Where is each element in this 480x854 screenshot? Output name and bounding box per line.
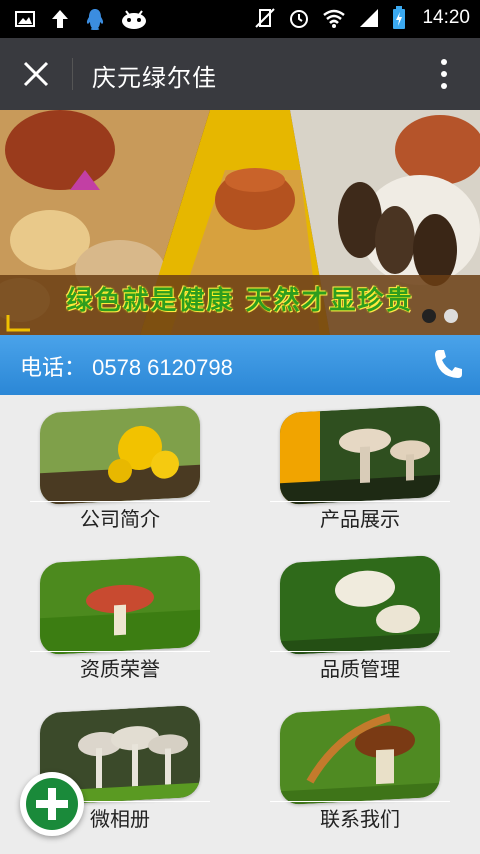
upload-arrow-icon (52, 10, 68, 28)
carousel-dot[interactable] (422, 309, 436, 323)
signal-icon (360, 9, 379, 27)
menu-item-label: 公司简介 (80, 507, 160, 531)
menu-divider (270, 651, 450, 652)
carousel-dot[interactable] (444, 309, 458, 323)
menu-item-products[interactable]: 产品展示 (240, 395, 480, 545)
menu-divider (30, 651, 210, 652)
menu-thumbnail (40, 554, 200, 656)
close-icon[interactable] (18, 56, 54, 92)
phone-icon[interactable] (432, 347, 466, 381)
menu-divider (30, 501, 210, 502)
menu-item-label: 产品展示 (320, 507, 400, 531)
more-options-icon[interactable] (436, 56, 452, 92)
menu-item-label: 资质荣誉 (80, 657, 160, 681)
qq-icon (86, 9, 104, 30)
banner-carousel[interactable]: 绿色就是健康 天然才显珍贵 (0, 110, 480, 335)
menu-item-label: 品质管理 (320, 657, 400, 681)
menu-item-quality[interactable]: 品质管理 (240, 545, 480, 695)
alarm-icon (290, 10, 309, 28)
battery-charging-icon (393, 6, 406, 29)
vibrate-off-icon (255, 8, 276, 28)
page-title: 庆元绿尔佳 (92, 64, 217, 92)
menu-thumbnail (280, 554, 440, 656)
menu-divider (270, 801, 450, 802)
phone-number: 电话： 0578 6120798 (20, 355, 233, 380)
menu-item-label: 联系我们 (320, 807, 400, 831)
menu-thumbnail (280, 404, 440, 506)
phone-bar[interactable]: 电话： 0578 6120798 (0, 335, 480, 395)
menu-item-company-intro[interactable]: 公司简介 (0, 395, 240, 545)
status-time: 14:20 (422, 7, 470, 28)
menu-item-contact[interactable]: 联系我们 (240, 695, 480, 845)
menu-divider (270, 501, 450, 502)
carousel-indicator (422, 309, 458, 323)
menu-item-honors[interactable]: 资质荣誉 (0, 545, 240, 695)
menu-thumbnail (280, 704, 440, 806)
image-notification-icon (15, 11, 35, 27)
wifi-icon (323, 9, 346, 28)
android-notification-icon (122, 10, 146, 29)
app-bar: 庆元绿尔佳 (0, 38, 480, 110)
banner-slogan: 绿色就是健康 天然才显珍贵 (66, 286, 414, 316)
app-bar-divider (72, 58, 73, 90)
add-button-circle (26, 778, 78, 830)
menu-thumbnail (40, 404, 200, 506)
add-button[interactable] (20, 772, 84, 836)
status-bar: 14:20 (0, 0, 480, 38)
plus-icon (36, 788, 68, 820)
